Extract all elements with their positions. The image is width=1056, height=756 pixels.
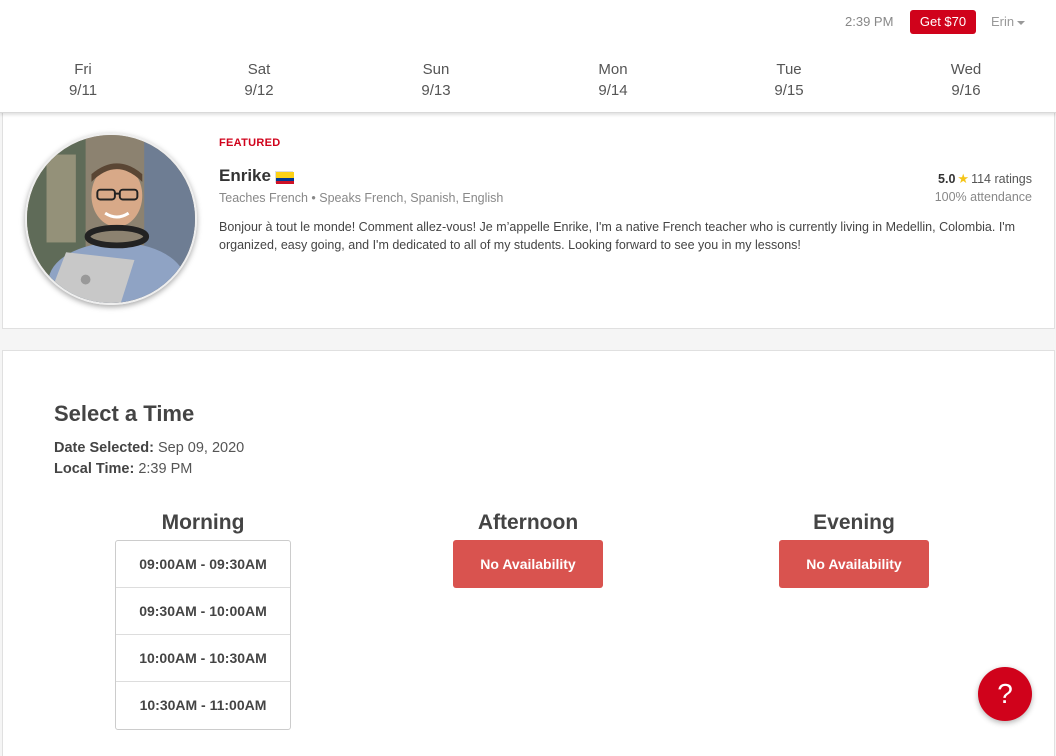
user-menu[interactable]: Erin <box>991 14 1026 29</box>
teacher-avatar[interactable] <box>25 133 197 305</box>
teacher-rating: 5.0 ★ 114 ratings <box>938 171 1032 187</box>
afternoon-no-availability: No Availability <box>453 540 603 588</box>
question-icon: ? <box>997 678 1013 709</box>
teacher-card: FEATURED Enrike Teaches French • Speaks … <box>2 113 1055 329</box>
rating-score: 5.0 <box>938 172 956 186</box>
day-name: Sun <box>422 61 450 78</box>
caret-down-icon <box>1017 20 1026 25</box>
date-selected: Date Selected: Sep 09, 2020 <box>54 440 244 456</box>
day-tab-tue[interactable]: Tue 9/15 <box>744 60 834 101</box>
evening-no-availability: No Availability <box>779 540 929 588</box>
day-date: 9/15 <box>774 82 804 99</box>
day-tab-mon[interactable]: Mon 9/14 <box>568 60 658 101</box>
avatar-photo <box>27 135 195 303</box>
day-date: 9/11 <box>68 82 98 99</box>
day-date: 9/14 <box>598 82 628 99</box>
current-time: 2:39 PM <box>845 14 894 29</box>
local-time: Local Time: 2:39 PM <box>54 461 192 477</box>
select-time-card: Select a Time Date Selected: Sep 09, 202… <box>2 350 1055 756</box>
top-header: 2:39 PM Get $70 Erin Fri 9/11 Sat 9/12 S… <box>0 0 1056 113</box>
afternoon-heading: Afternoon <box>477 511 579 534</box>
day-tab-sat[interactable]: Sat 9/12 <box>214 60 304 101</box>
date-selected-label: Date Selected: <box>54 440 154 456</box>
day-name: Mon <box>598 61 628 78</box>
evening-heading: Evening <box>813 511 895 534</box>
teacher-bio: Bonjour à tout le monde! Comment allez-v… <box>219 220 1016 252</box>
user-name: Erin <box>991 14 1015 29</box>
day-date: 9/16 <box>951 82 981 99</box>
day-name: Fri <box>74 61 92 78</box>
time-slot[interactable]: 09:00AM - 09:30AM <box>116 541 290 588</box>
featured-badge: FEATURED <box>219 137 281 149</box>
section-title: Select a Time <box>54 401 195 426</box>
day-tab-wed[interactable]: Wed 9/16 <box>921 60 1011 101</box>
morning-slot-list: 09:00AM - 09:30AM 09:30AM - 10:00AM 10:0… <box>115 540 291 730</box>
day-selector: Fri 9/11 Sat 9/12 Sun 9/13 Mon 9/14 Tue … <box>0 60 1056 104</box>
teacher-name[interactable]: Enrike <box>219 166 271 186</box>
day-name: Sat <box>247 61 271 78</box>
attendance-rate: 100% attendance <box>934 190 1032 204</box>
ratings-count: 114 ratings <box>971 172 1032 186</box>
colombia-flag-icon <box>275 171 294 184</box>
star-icon: ★ <box>957 171 970 186</box>
local-time-value: 2:39 PM <box>138 461 193 477</box>
time-slot[interactable]: 10:00AM - 10:30AM <box>116 635 290 682</box>
time-slot[interactable]: 10:30AM - 11:00AM <box>116 682 290 729</box>
day-date: 9/12 <box>244 82 274 99</box>
day-tab-fri[interactable]: Fri 9/11 <box>38 60 128 101</box>
teacher-languages: Teaches French • Speaks French, Spanish,… <box>219 191 504 205</box>
day-tab-sun[interactable]: Sun 9/13 <box>391 60 481 101</box>
date-selected-value: Sep 09, 2020 <box>157 440 245 456</box>
local-time-label: Local Time: <box>54 461 135 477</box>
day-name: Tue <box>776 61 802 78</box>
help-button[interactable]: ? <box>978 667 1032 721</box>
get-credit-button[interactable]: Get $70 <box>910 10 976 34</box>
day-date: 9/13 <box>421 82 451 99</box>
morning-heading: Morning <box>161 511 245 534</box>
time-slot[interactable]: 09:30AM - 10:00AM <box>116 588 290 635</box>
day-name: Wed <box>950 61 982 78</box>
